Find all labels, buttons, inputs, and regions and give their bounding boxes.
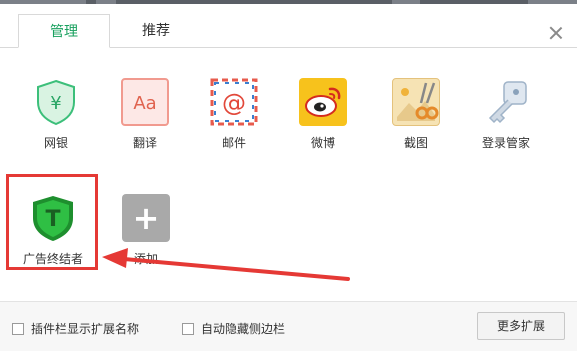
extension-translate[interactable]: Aa 翻译 <box>110 78 180 151</box>
extension-login-manager[interactable]: 登录管家 <box>471 78 541 151</box>
plus-icon: + <box>122 194 170 242</box>
extension-screenshot[interactable]: 截图 <box>381 78 451 151</box>
translate-glyph: Aa <box>133 93 156 114</box>
extension-label: 添加 <box>133 252 158 266</box>
extension-label: 微博 <box>310 136 335 150</box>
extension-weibo[interactable]: 微博 <box>288 78 358 151</box>
bank-glyph: ¥ <box>50 93 61 114</box>
extension-label: 广告终结者 <box>22 252 83 266</box>
mail-glyph: @ <box>222 89 246 117</box>
checkbox-box[interactable] <box>182 322 194 335</box>
extension-manager-dialog: 管理 推荐 ¥ 网银 Aa 翻译 @ 邮件 微博 截图 登录管家 T 广告终结者… <box>0 4 577 351</box>
adblock-shield-icon: T <box>29 194 77 242</box>
extension-mail[interactable]: @ 邮件 <box>199 78 269 151</box>
tab-recommend[interactable]: 推荐 <box>110 14 202 48</box>
extension-label: 登录管家 <box>481 136 530 150</box>
checkbox-label: 自动隐藏侧边栏 <box>201 322 286 336</box>
plus-glyph: + <box>133 199 160 237</box>
footer-bar: 插件栏显示扩展名称 自动隐藏侧边栏 更多扩展 <box>0 301 577 351</box>
tab-manage[interactable]: 管理 <box>18 14 110 48</box>
extension-label: 翻译 <box>132 136 157 150</box>
extension-bank[interactable]: ¥ 网银 <box>21 78 91 151</box>
show-extension-names-checkbox[interactable]: 插件栏显示扩展名称 <box>12 320 139 337</box>
extension-ad-terminator[interactable]: T 广告终结者 <box>18 194 88 267</box>
tab-bar: 管理 推荐 <box>0 14 577 48</box>
weibo-icon <box>299 78 347 126</box>
auto-hide-sidebar-checkbox[interactable]: 自动隐藏侧边栏 <box>182 320 285 337</box>
extension-add[interactable]: + 添加 <box>111 194 181 267</box>
bank-shield-icon: ¥ <box>32 78 80 126</box>
extension-label: 邮件 <box>221 136 246 150</box>
checkbox-box[interactable] <box>12 322 24 335</box>
extension-label: 网银 <box>43 136 68 150</box>
extension-label: 截图 <box>403 136 428 150</box>
mail-icon: @ <box>210 78 258 126</box>
more-extensions-button[interactable]: 更多扩展 <box>477 312 565 340</box>
key-icon <box>482 78 530 126</box>
close-icon[interactable] <box>549 26 563 40</box>
translate-icon: Aa <box>121 78 169 126</box>
adblock-glyph: T <box>45 207 60 232</box>
screenshot-icon <box>392 78 440 126</box>
checkbox-label: 插件栏显示扩展名称 <box>31 322 140 336</box>
